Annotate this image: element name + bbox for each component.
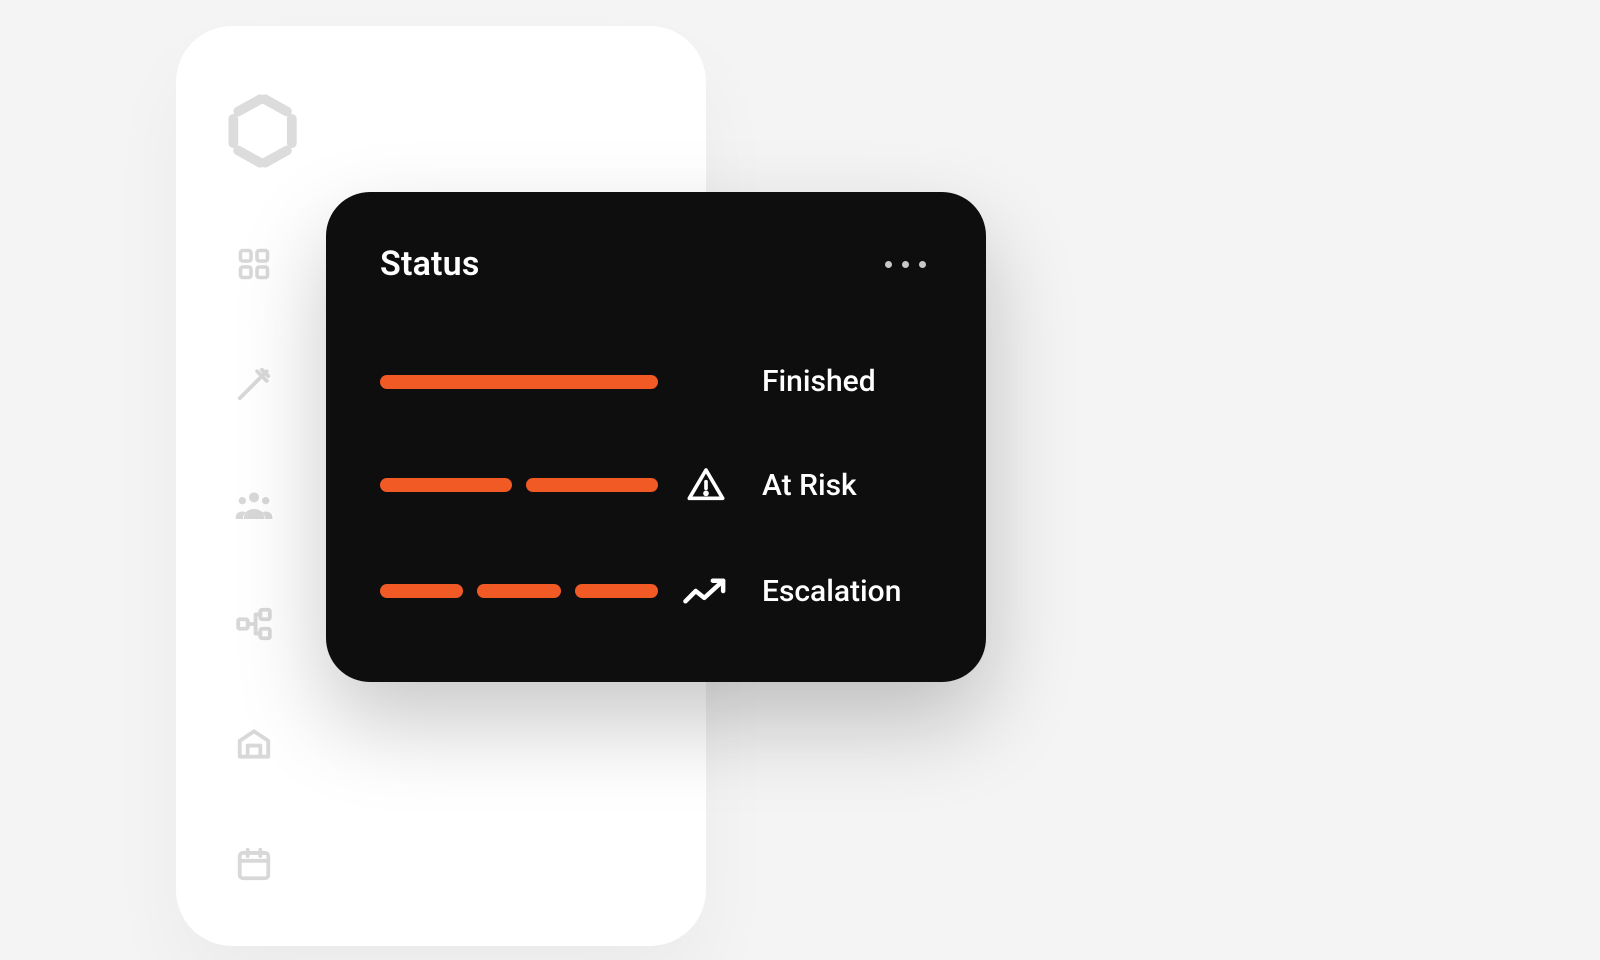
bar-segment [380, 584, 463, 598]
status-bar-atrisk [380, 478, 658, 492]
status-card-title: Status [380, 244, 480, 284]
bar-segment [477, 584, 560, 598]
calendar-icon [235, 845, 273, 883]
status-label: Finished [754, 364, 932, 399]
tools-icon [235, 365, 273, 403]
status-card-header: Status [380, 244, 932, 284]
sidebar-item-calendar[interactable] [234, 844, 274, 884]
bar-segment [526, 478, 658, 492]
status-card: Status Finished [326, 192, 986, 682]
sidebar-item-nodes[interactable] [234, 604, 274, 644]
warning-triangle-icon [682, 465, 730, 505]
status-row-escalation: Escalation [380, 571, 932, 611]
status-bar-finished [380, 375, 658, 389]
sidebar-item-garage[interactable] [234, 724, 274, 764]
status-label: At Risk [754, 468, 932, 503]
status-label: Escalation [754, 574, 932, 609]
nodes-icon [235, 605, 273, 643]
dashboard-icon [236, 246, 272, 282]
sidebar-item-dashboard[interactable] [234, 244, 274, 284]
garage-icon [235, 725, 273, 763]
status-bar-escalation [380, 584, 658, 598]
bar-segment [380, 375, 658, 389]
status-row-finished: Finished [380, 364, 932, 399]
sidebar-nav [176, 244, 274, 884]
status-row-atrisk: At Risk [380, 465, 932, 505]
bar-segment [380, 478, 512, 492]
sidebar-item-tools[interactable] [234, 364, 274, 404]
app-logo [176, 92, 304, 174]
bar-segment [575, 584, 658, 598]
trend-up-icon [682, 571, 730, 611]
people-icon [234, 484, 274, 524]
more-horizontal-icon[interactable] [885, 261, 932, 268]
sidebar-item-people[interactable] [234, 484, 274, 524]
status-rows: Finished At Risk [380, 364, 932, 611]
